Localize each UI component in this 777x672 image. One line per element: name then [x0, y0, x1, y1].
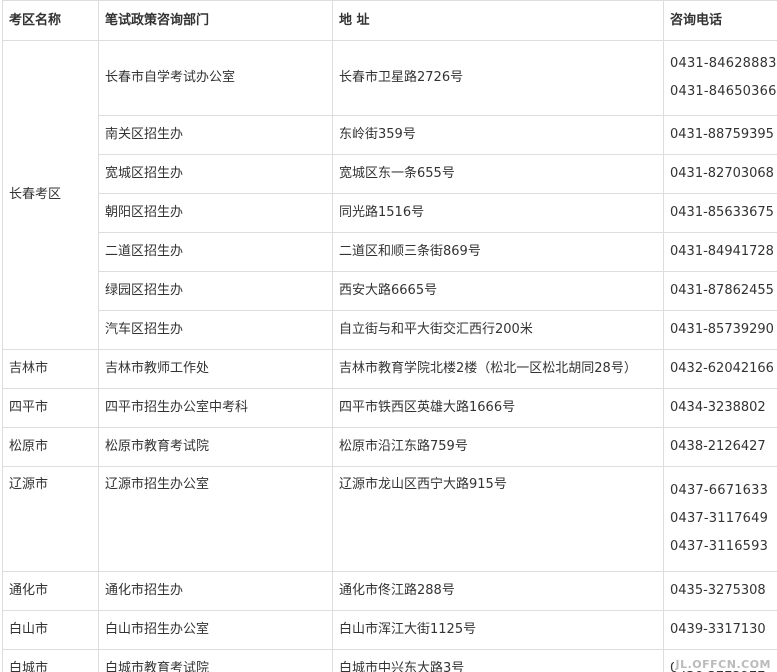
phone-cell: 0431-82703068 [663, 154, 777, 194]
table-row: 辽源市 辽源市招生办公室 辽源市龙山区西宁大路915号 0437-6671633… [2, 466, 777, 572]
phone-cell: 0431-85633675 [663, 193, 777, 233]
header-address: 地 址 [332, 0, 664, 41]
address-cell: 通化市佟江路288号 [332, 571, 664, 611]
address-cell: 松原市沿江东路759号 [332, 427, 664, 467]
address-cell: 白城市中兴东大路3号 [332, 649, 664, 672]
address-cell: 自立街与和平大街交汇西行200米 [332, 310, 664, 350]
area-cell: 松原市 [2, 427, 99, 467]
table-row: 二道区招生办 二道区和顺三条街869号 0431-84941728 [3, 232, 777, 272]
phone-number: 0437-3116593 [670, 539, 769, 554]
area-cell: 通化市 [2, 571, 99, 611]
exam-consult-table: 考区名称 笔试政策咨询部门 地 址 咨询电话 长春考区 长春市自学考试办公室 长… [2, 0, 777, 672]
dept-cell: 松原市教育考试院 [98, 427, 333, 467]
header-dept: 笔试政策咨询部门 [98, 0, 333, 41]
area-cell: 四平市 [2, 388, 99, 428]
site-watermark: JL.OFFCN.COM [673, 658, 773, 671]
dept-cell: 通化市招生办 [98, 571, 333, 611]
phone-number: 0437-3117649 [670, 511, 769, 526]
dept-cell: 宽城区招生办 [98, 154, 333, 194]
phone-cell: 0439-3317130 [663, 610, 777, 650]
header-area: 考区名称 [2, 0, 99, 41]
table-row: 宽城区招生办 宽城区东一条655号 0431-82703068 [3, 154, 777, 194]
phone-cell: 0431-85739290 [663, 310, 777, 350]
address-cell: 二道区和顺三条街869号 [332, 232, 664, 272]
dept-cell: 长春市自学考试办公室 [98, 40, 333, 116]
phone-number: 0437-6671633 [670, 483, 769, 498]
dept-cell: 朝阳区招生办 [98, 193, 333, 233]
phone-cell: 0435-3275308 [663, 571, 777, 611]
address-cell: 东岭街359号 [332, 115, 664, 155]
address-cell: 吉林市教育学院北楼2楼（松北一区松北胡同28号） [332, 349, 664, 389]
table-row: 白山市 白山市招生办公室 白山市浑江大街1125号 0439-3317130 [2, 610, 777, 650]
dept-cell: 白城市教育考试院 [98, 649, 333, 672]
table-row: 南关区招生办 东岭街359号 0431-88759395 [3, 115, 777, 155]
dept-cell: 辽源市招生办公室 [98, 466, 333, 572]
table-row: 绿园区招生办 西安大路6665号 0431-87862455 [3, 271, 777, 311]
area-cell: 长春考区 [2, 40, 99, 350]
address-cell: 四平市铁西区英雄大路1666号 [332, 388, 664, 428]
phone-cell: 0434-3238802 [663, 388, 777, 428]
dept-cell: 白山市招生办公室 [98, 610, 333, 650]
address-cell: 西安大路6665号 [332, 271, 664, 311]
phone-cell: 0431-88759395 [663, 115, 777, 155]
phone-cell: 0431-87862455 [663, 271, 777, 311]
table-header-row: 考区名称 笔试政策咨询部门 地 址 咨询电话 [2, 0, 777, 41]
table-row: 松原市 松原市教育考试院 松原市沿江东路759号 0438-2126427 [2, 427, 777, 467]
phone-cell: 0431-84941728 [663, 232, 777, 272]
phone-cell: 0431-84628883 0431-84650366 [663, 40, 777, 116]
phone-number: 0431-84650366 [670, 84, 777, 99]
phone-cell: 0438-2126427 [663, 427, 777, 467]
area-cell: 吉林市 [2, 349, 99, 389]
table-row: 吉林市 吉林市教师工作处 吉林市教育学院北楼2楼（松北一区松北胡同28号） 04… [2, 349, 777, 389]
address-cell: 长春市卫星路2726号 [332, 40, 664, 116]
dept-cell: 绿园区招生办 [98, 271, 333, 311]
table-row: 汽车区招生办 自立街与和平大街交汇西行200米 0431-85739290 [3, 310, 777, 350]
document-page: 考区名称 笔试政策咨询部门 地 址 咨询电话 长春考区 长春市自学考试办公室 长… [0, 0, 777, 672]
dept-cell: 四平市招生办公室中考科 [98, 388, 333, 428]
dept-cell: 吉林市教师工作处 [98, 349, 333, 389]
area-cell: 白山市 [2, 610, 99, 650]
area-cell: 辽源市 [2, 466, 99, 572]
phone-cell: 0437-6671633 0437-3117649 0437-3116593 [663, 466, 777, 572]
address-cell: 宽城区东一条655号 [332, 154, 664, 194]
table-row: 通化市 通化市招生办 通化市佟江路288号 0435-3275308 [2, 571, 777, 611]
address-cell: 同光路1516号 [332, 193, 664, 233]
dept-cell: 南关区招生办 [98, 115, 333, 155]
table-row: 朝阳区招生办 同光路1516号 0431-85633675 [3, 193, 777, 233]
header-phone: 咨询电话 [663, 0, 777, 41]
table-row: 四平市 四平市招生办公室中考科 四平市铁西区英雄大路1666号 0434-323… [2, 388, 777, 428]
table-row: 白城市 白城市教育考试院 白城市中兴东大路3号 0436-3225922 [2, 649, 777, 672]
dept-cell: 汽车区招生办 [98, 310, 333, 350]
phone-cell: 0432-62042166 [663, 349, 777, 389]
address-cell: 白山市浑江大街1125号 [332, 610, 664, 650]
area-cell: 白城市 [2, 649, 99, 672]
phone-number: 0431-84628883 [670, 56, 777, 71]
address-cell: 辽源市龙山区西宁大路915号 [332, 466, 664, 572]
dept-cell: 二道区招生办 [98, 232, 333, 272]
table-row: 长春考区 长春市自学考试办公室 长春市卫星路2726号 0431-8462888… [2, 40, 777, 350]
